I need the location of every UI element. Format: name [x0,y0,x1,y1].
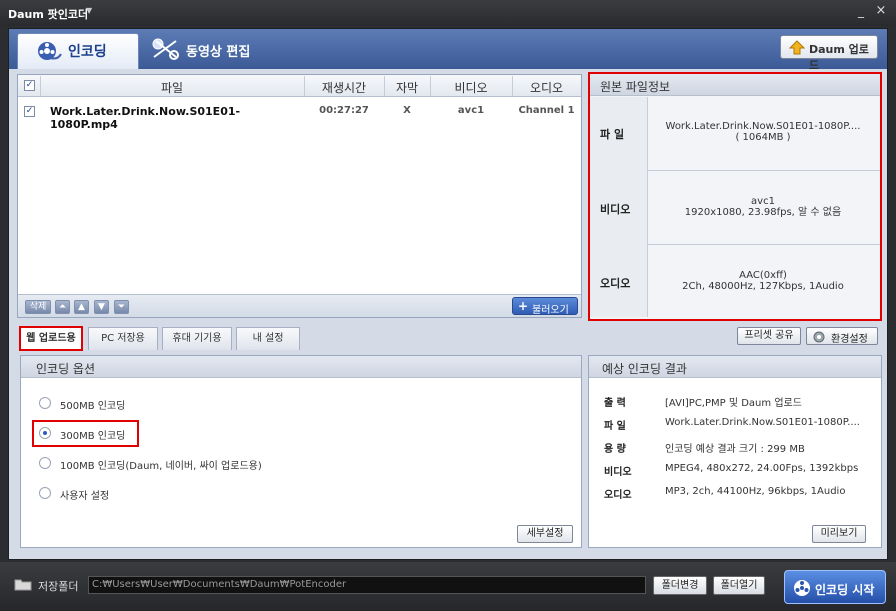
result-file-value: Work.Later.Drink.Now.S01E01-1080P.... [665,417,860,428]
row-subtitle: X [403,105,411,116]
encoding-options-title: 인코딩 옵션 [36,362,96,376]
source-audio-codec: AAC(0xff) [739,270,787,281]
start-encoding-button[interactable]: 인코딩 시작 [784,570,886,604]
preset-tab-web-upload[interactable]: 웹 업로드용 [19,326,83,351]
film-reel-icon [794,580,810,596]
expected-result-title: 예상 인코딩 결과 [602,362,687,376]
app-title: Daum 팟인코더 [8,8,89,21]
top-tab-bar [9,29,887,69]
option-300mb-label[interactable]: 300MB 인코딩 [60,427,125,442]
move-up-icon[interactable]: ▲ [74,300,89,314]
settings-label: 환경설정 [831,334,868,345]
result-output-value: [AVI]PC,PMP 및 Daum 업로드 [665,398,802,409]
column-audio[interactable]: 오디오 [512,79,581,96]
result-video-value: MPEG4, 480x272, 24.00Fps, 1392kbps [665,463,859,474]
source-file-name: Work.Later.Drink.Now.S01E01-1080P.... [665,121,861,132]
preset-tab-pc[interactable]: PC 저장용 [88,327,158,350]
source-audio-label: 오디오 [600,277,631,290]
chevron-down-icon[interactable]: ▼ [86,6,92,15]
encoding-options-header [21,356,581,378]
option-100mb-label[interactable]: 100MB 인코딩(Daum, 네이버, 싸이 업로드용) [60,457,262,472]
column-video[interactable]: 비디오 [430,79,512,96]
result-size-label: 용 량 [604,444,626,455]
column-duration[interactable]: 재생시간 [304,79,384,96]
result-output-label: 출 력 [604,398,626,409]
preset-tab-mobile[interactable]: 휴대 기기용 [162,327,232,350]
scissors-film-icon[interactable] [150,37,180,61]
source-info-title: 원본 파일정보 [600,80,671,94]
row-audio: Channel 1 [518,105,575,116]
film-reel-icon [38,42,62,60]
move-top-icon[interactable]: ⏶ [55,300,70,314]
option-custom-label[interactable]: 사용자 설정 [60,487,109,502]
radio-300mb[interactable] [39,427,51,439]
detail-settings-button[interactable]: 세부설정 [517,525,573,543]
source-file-size: ( 1064MB ) [735,132,791,143]
close-button[interactable]: × [874,4,888,18]
row-file-name[interactable]: Work.Later.Drink.Now.S01E01-1080P.mp4 [50,105,306,131]
radio-500mb[interactable] [39,397,51,409]
daum-upload-label: Daum 업로드 [809,43,869,72]
radio-100mb[interactable] [39,457,51,469]
row-video: avc1 [457,105,485,116]
preset-share-button[interactable]: 프리셋 공유 [737,327,801,345]
encoding-options-panel [20,355,582,548]
column-file[interactable]: 파일 [40,79,304,96]
row-duration: 00:27:27 [319,105,369,116]
source-video-label: 비디오 [600,203,631,216]
result-video-label: 비디오 [604,467,632,478]
save-folder-label: 저장폴더 [38,580,79,593]
result-size-value: 인코딩 예상 결과 크기 : 299 MB [665,444,805,455]
minimize-button[interactable]: _ [854,5,868,19]
radio-custom[interactable] [39,487,51,499]
load-label: 불러오기 [532,305,569,316]
tab-encode-label: 인코딩 [68,44,107,60]
result-file-label: 파 일 [604,421,626,432]
select-all-checkbox[interactable]: ✓ [24,80,35,91]
move-bottom-icon[interactable]: ⏷ [114,300,129,314]
title-bar [0,0,896,26]
tab-video-edit[interactable]: 동영상 편집 [186,41,250,60]
row-checkbox[interactable]: ✓ [24,106,35,117]
move-down-icon[interactable]: ▼ [94,300,109,314]
save-path-field[interactable]: C:₩Users₩User₩Documents₩Daum₩PotEncoder [88,576,646,594]
plus-icon: + [518,299,529,313]
delete-button[interactable]: 삭제 [25,300,51,314]
start-encoding-label: 인코딩 시작 [815,583,875,597]
preview-button[interactable]: 미리보기 [812,525,866,543]
option-500mb-label[interactable]: 500MB 인코딩 [60,397,125,412]
result-audio-label: 오디오 [604,490,632,501]
folder-change-button[interactable]: 폴더변경 [653,576,707,595]
gear-icon [813,331,825,343]
source-audio-detail: 2Ch, 48000Hz, 127Kbps, 1Audio [682,281,844,292]
column-subtitle[interactable]: 자막 [384,79,430,96]
folder-open-button[interactable]: 폴더열기 [713,576,765,595]
daum-upload-button[interactable]: Daum 업로드 [780,35,878,72]
preset-tab-my-settings[interactable]: 내 설정 [236,327,300,350]
settings-button[interactable]: 환경설정 [806,327,878,345]
source-video-detail: 1920x1080, 23.98fps, 알 수 없음 [684,207,842,218]
source-file-label: 파 일 [600,128,625,141]
load-button[interactable]: + 불러오기 [512,297,578,316]
upload-arrow-icon [789,40,805,55]
source-video-codec: avc1 [751,196,775,207]
result-audio-value: MP3, 2ch, 44100Hz, 96kbps, 1Audio [665,486,846,497]
folder-icon [14,579,32,591]
